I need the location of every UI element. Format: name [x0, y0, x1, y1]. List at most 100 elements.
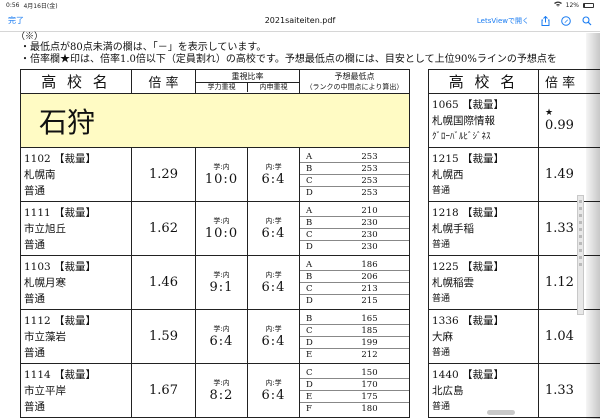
grade-score: 230 [361, 229, 378, 240]
ratio-value: 1.59 [131, 309, 196, 364]
right-school-row: 1215 【裁量】 札幌西 普通 1.49 [428, 147, 600, 202]
notes: （※） ・最低点が80点未満の欄は、「－」を表示しています。 ・倍率欄★印は、倍… [16, 33, 557, 66]
grade-letter: C [306, 283, 313, 294]
right-header-row: 高 校 名 倍 率 [428, 69, 600, 94]
grade-letter: C [306, 229, 313, 240]
right-school-row: 1336 【裁量】 大麻 普通 1.04 [428, 309, 600, 364]
school-name: 札幌南 [24, 168, 56, 181]
weight-nai-cell: 内:学 6:4 [247, 201, 300, 256]
school-name: 大麻 [432, 330, 453, 343]
right-school-cell: 1336 【裁量】 大麻 普通 [428, 309, 539, 364]
school-course: 普通 [24, 292, 45, 305]
right-school-cell: 1440 【裁量】 北広島 普通 [428, 363, 539, 418]
weight-nai-cell: 内:学 6:4 [247, 309, 300, 364]
grade-letter: B [306, 217, 313, 228]
column-gutter [411, 65, 417, 419]
share-icon[interactable] [540, 15, 550, 26]
ratio-value: 1.46 [131, 255, 196, 310]
school-row: 1111 【裁量】 市立旭丘 普通 1.62 学:内 10:0 内:学 6:4 A 210 B 230… [20, 201, 410, 256]
ratio-value: 0.99 [545, 118, 574, 133]
weight-gaku-value: 9:1 [209, 279, 234, 295]
school-course: 普通 [432, 293, 451, 304]
grade-row: D 253 [301, 187, 409, 199]
header-weight-title: 重視比率 [196, 72, 299, 83]
school-name: 市立藻岩 [24, 330, 66, 343]
grade-row: C 230 [300, 229, 409, 241]
school-cell: 1103 【裁量】 札幌月寒 普通 [20, 255, 132, 310]
grade-letter: C [306, 367, 313, 378]
right-school-cell: 1218 【裁量】 札幌手稲 普通 [428, 201, 539, 256]
grade-score: 199 [361, 337, 378, 348]
grade-row: D 199 [300, 337, 409, 349]
note-line-1: ・最低点が80点未満の欄は、「－」を表示しています。 [20, 42, 267, 53]
expected-scores: A 253 B 253 C 253 D 253 [299, 147, 410, 202]
weight-gaku-cell: 学:内 10:0 [195, 147, 248, 202]
ratio-value: 1.67 [131, 363, 196, 418]
grade-row: B 165 [300, 313, 409, 325]
right-school-row: 1440 【裁量】 北広島 普通 1.33 [428, 363, 600, 418]
grade-score: 253 [361, 151, 378, 162]
page-thumbnail-scroller[interactable] [577, 195, 584, 315]
grade-score: 206 [361, 271, 378, 282]
grade-letter: A [306, 205, 313, 216]
school-cell: 1114 【裁量】 市立平岸 普通 [20, 363, 132, 418]
weight-nai-label: 内:学 [265, 216, 282, 225]
weight-gaku-cell: 学:内 10:0 [195, 201, 248, 256]
right-school-row: 1218 【裁量】 札幌手稲 普通 1.33 [428, 201, 600, 256]
school-code: 1065 【裁量】 [432, 98, 505, 111]
school-cell: 1111 【裁量】 市立旭丘 普通 [20, 201, 132, 256]
right-school-row: 1225 【裁量】 札幌稲雲 普通 1.12 [428, 255, 600, 310]
weight-gaku-value: 8:2 [209, 387, 234, 403]
grade-score: 215 [361, 295, 378, 306]
school-course: ｸﾞﾛｰﾊﾞﾙﾋﾞｼﾞﾈｽ [432, 131, 491, 142]
expected-scores: B 165 C 185 D 199 E 212 [299, 309, 410, 364]
grade-row: F 180 [301, 403, 409, 415]
weight-gaku-cell: 学:内 9:1 [195, 255, 248, 310]
school-code: 1215 【裁量】 [432, 152, 505, 165]
right-school-cell: 1225 【裁量】 札幌稲雲 普通 [428, 255, 539, 310]
grade-score: 213 [361, 283, 378, 294]
ratio-value: 1.12 [545, 275, 574, 290]
header-weight: 重視比率 学力重視 内申重視 [195, 69, 300, 94]
grade-row: A 210 [300, 205, 409, 217]
weight-nai-value: 6:4 [261, 333, 286, 349]
expected-scores: C 150 D 170 E 175 F 180 [299, 363, 410, 418]
weight-nai-cell: 内:学 6:4 [247, 363, 300, 418]
school-code: 1111 【裁量】 [24, 206, 97, 219]
weight-gaku-value: 10:0 [204, 225, 239, 241]
grade-score: 185 [361, 325, 378, 336]
school-name: 市立平岸 [24, 384, 66, 397]
grade-letter: C [306, 325, 313, 336]
search-icon[interactable] [582, 15, 592, 26]
right-school-cell: 1215 【裁量】 札幌西 普通 [428, 147, 539, 202]
grade-letter: D [306, 295, 313, 306]
right-school-cell: 1065 【裁量】 札幌国際情報 ｸﾞﾛｰﾊﾞﾙﾋﾞｼﾞﾈｽ [428, 93, 539, 148]
region-row: 石狩 [20, 93, 410, 148]
status-date: 4月16日(金) [23, 2, 58, 10]
school-code: 1112 【裁量】 [24, 314, 97, 327]
school-cell: 1112 【裁量】 市立藻岩 普通 [20, 309, 132, 364]
home-indicator[interactable] [487, 410, 515, 415]
grade-row: B 230 [300, 217, 409, 229]
weight-nai-label: 内:学 [265, 162, 282, 171]
grade-letter: E [306, 349, 313, 360]
school-row: 1112 【裁量】 市立藻岩 普通 1.59 学:内 6:4 内:学 6:4 B 165 C 185 D… [20, 309, 410, 364]
header-ratio: 倍 率 [131, 69, 196, 94]
school-cell: 1102 【裁量】 札幌南 普通 [20, 147, 132, 202]
weight-nai-value: 6:4 [261, 225, 286, 241]
done-button[interactable]: 完了 [8, 15, 24, 26]
note-marker: （※） [16, 32, 44, 42]
grade-score: 170 [361, 379, 378, 390]
header-expected: 予想最低点 （ランクの中間点により算出） [299, 69, 410, 94]
school-row: 1114 【裁量】 市立平岸 普通 1.67 学:内 8:2 内:学 6:4 C 150 D 170 E… [20, 363, 410, 418]
grade-row: B 253 [300, 163, 409, 175]
markup-icon[interactable] [561, 15, 571, 26]
school-course: 普通 [432, 347, 451, 358]
note-line-2: ・倍率欄★印は、倍率1.0倍以下（定員割れ）の高校です。予想最低点の欄には、目安… [20, 54, 557, 65]
grade-row: A 253 [300, 151, 409, 163]
open-in-letsview-button[interactable]: LetsViewで開く [477, 16, 529, 26]
grade-score: 253 [361, 163, 378, 174]
page-edge-shadow [586, 33, 600, 419]
grade-row: C 150 [300, 367, 409, 379]
weight-nai-value: 6:4 [261, 279, 286, 295]
